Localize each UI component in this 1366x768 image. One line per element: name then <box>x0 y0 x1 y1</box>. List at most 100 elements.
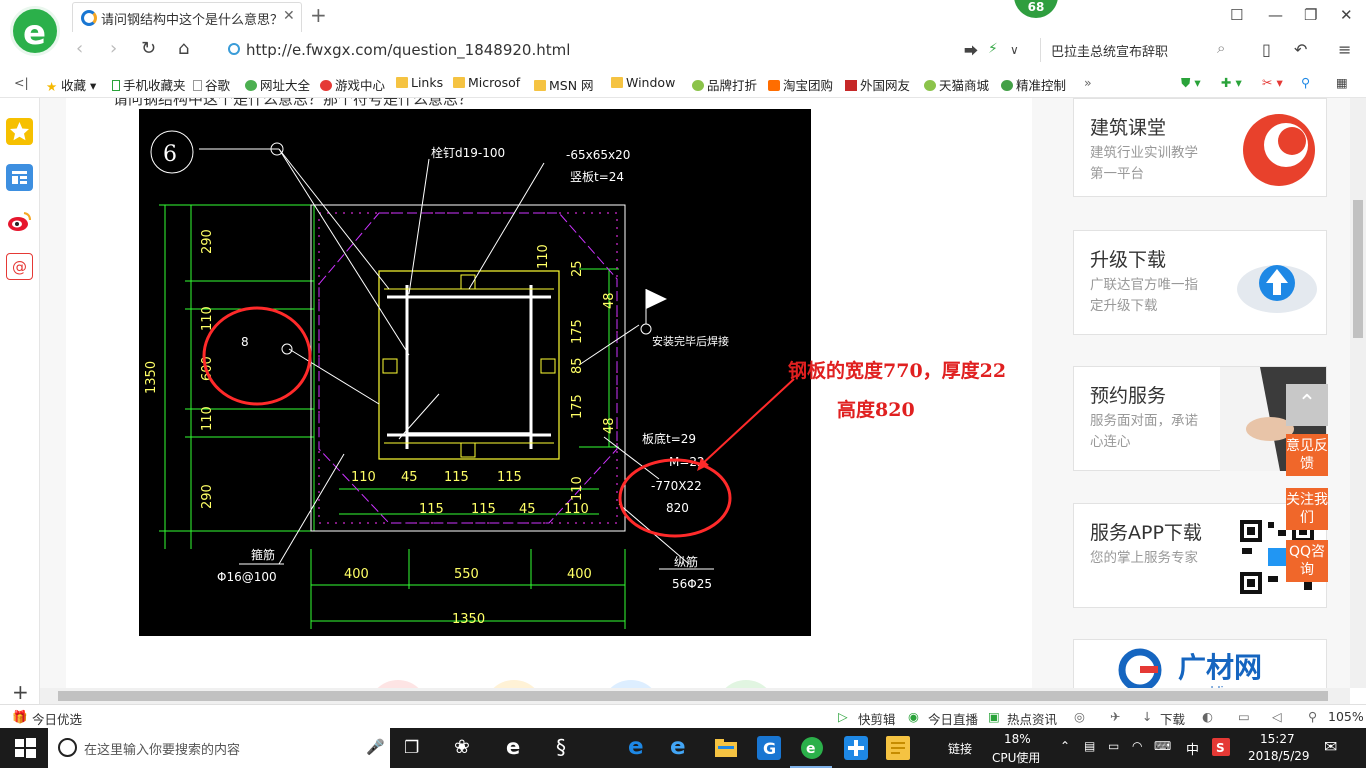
horizontal-scrollbar[interactable] <box>40 688 1350 704</box>
back-to-top-button[interactable]: ⌃ <box>1286 384 1328 426</box>
microphone-icon[interactable]: 🎤 <box>366 738 385 756</box>
bookmark-sites[interactable]: 网址大全 <box>245 75 310 94</box>
browser-360-taskbar-icon[interactable]: e <box>800 736 824 760</box>
score-badge[interactable]: 68 <box>1014 0 1058 18</box>
skin-icon[interactable]: ☐ <box>1230 6 1243 24</box>
forward-icon[interactable]: › <box>110 38 117 59</box>
bookmark-taobao[interactable]: 淘宝团购 <box>768 75 833 94</box>
qq-consult-button[interactable]: QQ咨询 <box>1286 540 1328 582</box>
tab-close-icon[interactable]: ✕ <box>283 8 295 24</box>
refresh-icon[interactable]: ↻ <box>141 38 156 59</box>
undo-icon[interactable]: ↶ <box>1294 40 1307 59</box>
bookmark-microsoft[interactable]: Microsof <box>453 75 520 90</box>
edge-outline-icon[interactable]: e <box>506 735 520 759</box>
scroll-thumb[interactable] <box>1353 200 1363 338</box>
find-icon[interactable]: ⚲ <box>1301 75 1310 90</box>
wifi-icon[interactable]: ◠ <box>1132 739 1142 753</box>
clean-icon[interactable]: ◐ <box>1202 709 1213 724</box>
tool-icon[interactable]: ✈ <box>1110 709 1120 724</box>
search-input[interactable]: 巴拉圭总统宣布辞职 ⌕ <box>1040 38 1240 62</box>
menu-icon[interactable]: ≡ <box>1338 40 1351 59</box>
maximize-icon[interactable]: ❐ <box>1304 6 1317 24</box>
windows-start-icon[interactable] <box>13 736 37 760</box>
download-icon: ↓ <box>1142 709 1153 724</box>
zoom-level[interactable]: 105% <box>1328 709 1364 724</box>
task-view-icon[interactable]: ❐ <box>404 738 419 758</box>
bookmark-google[interactable]: 谷歌 <box>193 75 230 94</box>
notes-app-icon[interactable] <box>886 736 910 760</box>
bookmark-games[interactable]: 游戏中心 <box>320 75 385 94</box>
card-upgrade-download[interactable]: 升级下载 广联达官方唯一指定升级下载 <box>1073 230 1327 335</box>
taskbar-link-label[interactable]: 链接 <box>948 740 972 757</box>
bookmark-links[interactable]: Links <box>396 75 443 90</box>
ie-icon[interactable]: e <box>670 734 686 760</box>
search-icon[interactable]: ⌕ <box>1217 39 1225 57</box>
vertical-scrollbar[interactable] <box>1350 98 1366 688</box>
bookmark-mobile[interactable]: 手机收藏夹 <box>112 75 186 94</box>
notification-icon[interactable]: ✉ <box>1324 737 1337 756</box>
card-building-class[interactable]: 建筑课堂 建筑行业实训教学第一平台 <box>1073 98 1327 197</box>
scroll-thumb-horizontal[interactable] <box>58 691 1328 701</box>
battery-icon[interactable]: ▭ <box>1108 739 1119 753</box>
card-gldjc[interactable]: 广材网 www.gldjc.com <box>1073 639 1327 688</box>
mute-icon[interactable]: ◁ <box>1272 709 1282 724</box>
home-icon[interactable]: ⌂ <box>178 38 189 59</box>
new-tab-button[interactable]: + <box>310 3 327 27</box>
mobile-icon[interactable]: ▯ <box>1262 40 1271 59</box>
plus-app-icon[interactable] <box>844 736 868 760</box>
today-picks-link[interactable]: 今日优选 <box>32 709 82 728</box>
card-title: 升级下载 <box>1090 249 1167 271</box>
feedback-button[interactable]: 意见反馈 <box>1286 434 1328 476</box>
apps-grid-icon[interactable]: ▦ <box>1336 75 1348 90</box>
file-explorer-icon[interactable] <box>714 736 738 760</box>
mail-icon[interactable]: @ <box>6 253 33 280</box>
ime-indicator[interactable]: 中 <box>1186 739 1199 758</box>
clock-time[interactable]: 15:27 <box>1260 732 1295 746</box>
chevron-down-icon[interactable]: ∨ <box>1010 43 1019 57</box>
dim-inner-0: 110 <box>536 244 551 269</box>
bookmark-brand[interactable]: 品牌打折 <box>692 75 757 94</box>
bookmarks-more-icon[interactable]: » <box>1084 75 1092 90</box>
bookmark-favorites[interactable]: ★ 收藏 ▾ <box>46 75 96 94</box>
card-title: 服务APP下载 <box>1090 522 1202 544</box>
swirl-app-icon[interactable]: § <box>556 735 566 759</box>
weibo-icon[interactable] <box>6 208 33 235</box>
minimize-icon[interactable]: — <box>1268 6 1283 24</box>
screenshot-icon[interactable]: ✂ ▾ <box>1262 75 1283 90</box>
tray-app-icon[interactable]: ▤ <box>1084 739 1095 753</box>
tray-expand-icon[interactable]: ⌃ <box>1060 739 1070 753</box>
tab-question[interactable]: 请问钢结构中这个是什么意思？那 ✕ <box>72 2 302 32</box>
sidebar-add-icon[interactable]: + <box>12 680 29 704</box>
bookmark-windows[interactable]: Window <box>611 75 675 90</box>
bookmark-tmall[interactable]: 天猫商城 <box>924 75 989 94</box>
keyboard-icon[interactable]: ⌨ <box>1154 739 1171 753</box>
window-close-icon[interactable]: ✕ <box>1340 6 1353 24</box>
gldjc-url: www.gldjc.com <box>1174 680 1294 688</box>
status-quick-clip[interactable]: 快剪辑 <box>858 709 896 728</box>
back-icon[interactable]: ‹ <box>76 38 83 59</box>
share-icon[interactable]: ⮕ <box>964 41 978 61</box>
payment-shield-icon[interactable]: ⛊ ▾ <box>1181 75 1201 91</box>
browser-logo-icon[interactable]: e <box>10 6 60 56</box>
status-live[interactable]: 今日直播 <box>928 709 978 728</box>
glodon-g-icon[interactable]: G <box>757 736 781 760</box>
bookmark-foreign[interactable]: 外国网友 <box>845 75 910 94</box>
edge-icon[interactable]: e <box>628 734 644 760</box>
bookmarks-collapse-icon[interactable]: <| <box>14 75 29 90</box>
follow-us-button[interactable]: 关注我们 <box>1286 488 1328 530</box>
status-news[interactable]: 热点资讯 <box>1007 709 1057 728</box>
sogou-icon[interactable]: S <box>1212 738 1230 756</box>
status-download[interactable]: 下载 <box>1160 709 1185 728</box>
bookmark-msn[interactable]: MSN 网 <box>534 75 594 94</box>
translate-icon[interactable]: ✚ ▾ <box>1221 75 1242 90</box>
clock-date[interactable]: 2018/5/29 <box>1248 749 1310 763</box>
bookmark-precision[interactable]: 精准控制 <box>1001 75 1066 94</box>
fan-icon[interactable]: ❀ <box>454 736 470 758</box>
favorites-star-icon[interactable] <box>6 118 33 145</box>
speed-boost-icon[interactable]: ◎ <box>1074 709 1085 724</box>
reader-list-icon[interactable] <box>6 164 33 191</box>
taskbar-search-input[interactable]: 在这里输入你要搜索的内容 🎤 <box>48 728 390 768</box>
window-icon[interactable]: ▭ <box>1238 709 1250 724</box>
speed-icon[interactable]: ⚡ <box>988 41 998 57</box>
url-field[interactable]: http://e.fwxgx.com/question_1848920.html <box>222 36 1032 64</box>
